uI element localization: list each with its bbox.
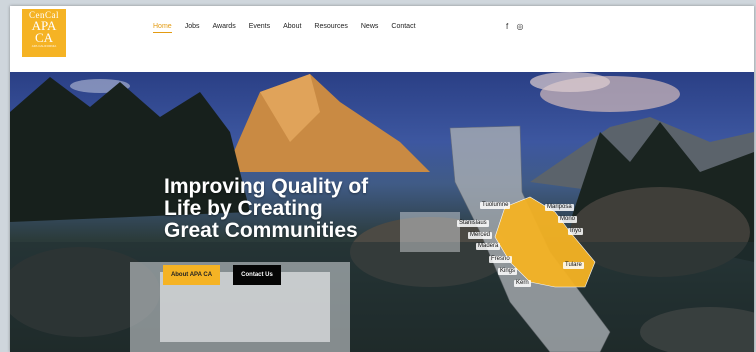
browser-frame: CenCal APA CA APA CALIFORNIA Home Jobs A… [10,6,754,352]
nav-about[interactable]: About [283,23,301,33]
headline-line1: Improving Quality of [164,175,369,198]
county-label-mono: Mono [558,216,578,223]
headline-line2: Life by Creating [164,197,323,220]
logo-line3: CA [34,30,54,45]
main-nav: Home Jobs Awards Events About Resources … [153,23,429,33]
nav-home[interactable]: Home [153,23,172,33]
county-label-merced: Merced [468,232,493,239]
logo[interactable]: CenCal APA CA APA CALIFORNIA [22,9,66,57]
hero-section: Tuolumne Mariposa Stanislaus Mono Merced… [10,72,754,352]
county-label-madera: Madera [476,243,501,250]
headline-line3: Great Communities [164,219,358,242]
nav-resources[interactable]: Resources [314,23,347,33]
nav-awards[interactable]: Awards [212,23,235,33]
county-label-kern: Kern [514,280,531,287]
county-label-inyo: Inyo [568,228,584,235]
county-label-stanislaus: Stanislaus [457,220,489,227]
about-apa-ca-button[interactable]: About APA CA [163,265,220,285]
facebook-icon[interactable]: f [506,22,508,31]
county-label-fresno: Fresno [489,256,512,263]
nav-contact[interactable]: Contact [391,23,415,33]
county-label-tuolumne: Tuolumne [480,202,511,209]
nav-events[interactable]: Events [249,23,270,33]
contact-us-button[interactable]: Contact Us [233,265,281,285]
county-label-tulare: Tulare [563,262,584,269]
site-header: CenCal APA CA APA CALIFORNIA Home Jobs A… [10,6,754,72]
county-label-kings: Kings [498,268,518,275]
hero-headline: Improving Quality of Life by Creating Gr… [164,176,434,242]
nav-news[interactable]: News [361,23,379,33]
logo-tagline: APA CALIFORNIA [31,44,57,48]
nav-jobs[interactable]: Jobs [185,23,200,33]
social-links: f ◎ [506,22,529,31]
instagram-icon[interactable]: ◎ [516,22,523,31]
county-label-mariposa: Mariposa [545,204,574,211]
